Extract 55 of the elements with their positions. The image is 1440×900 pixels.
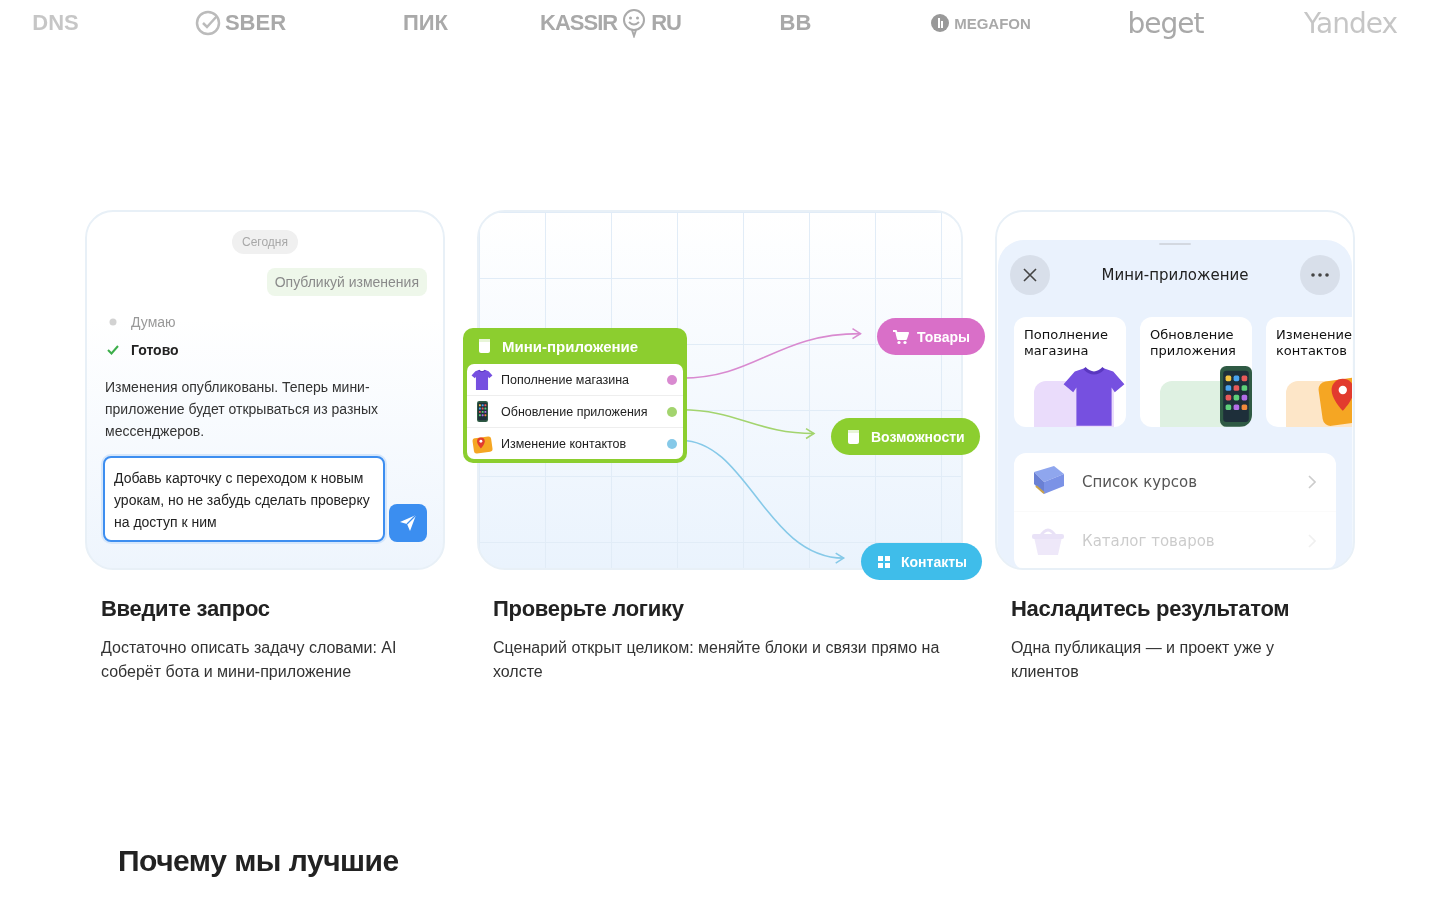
- brand-logo: ПИК: [402, 10, 449, 36]
- smartphone-icon: [1220, 366, 1252, 427]
- step-title: Проверьте логику: [493, 596, 685, 622]
- target-label: Возможности: [871, 428, 965, 445]
- step-title: Введите запрос: [101, 596, 271, 622]
- chevron-right-icon: [1308, 475, 1316, 489]
- brand-logo: beget: [1127, 6, 1204, 40]
- app-title: Мини-приложение: [1101, 266, 1249, 284]
- tile-label: Обновление приложения: [1150, 327, 1237, 359]
- menu-item[interactable]: Список курсов: [1082, 473, 1294, 491]
- brand-logo: KASSIR: [540, 10, 618, 36]
- step-title: Насладитесь результатом: [1011, 596, 1291, 622]
- more-button[interactable]: [1300, 255, 1340, 295]
- close-icon: [1022, 267, 1038, 283]
- node-item: Изменение контактов: [501, 436, 628, 451]
- bot-message: Изменения опубликованы. Теперь мини-приложение будет открываться из разных мессенджеров.: [104, 378, 380, 441]
- step-description: Достаточно описать задачу словами: AI соберёт бота и мини-приложение: [101, 638, 398, 682]
- message-input[interactable]: Добавь карточку с переходом к новым урокам, но не забудь сделать проверку на доступ к ним: [103, 456, 385, 542]
- app-tile[interactable]: Пополнение магазина: [1014, 317, 1126, 427]
- node-item: Пополнение магазина: [501, 372, 631, 387]
- step-description: Сценарий открыт целиком: меняйте блоки и связи прямо на холсте: [493, 638, 941, 682]
- tile-label: Пополнение магазина: [1024, 327, 1109, 359]
- date-chip: Сегодня: [232, 230, 298, 254]
- close-button[interactable]: [1010, 255, 1050, 295]
- node-title: Мини-приложение: [502, 337, 639, 355]
- smiley-icon: [621, 8, 648, 38]
- t-shirt-icon: [1062, 365, 1126, 427]
- smartphone-icon: [476, 401, 488, 422]
- step-description: Одна публикация — и проект уже у клиентов: [1011, 638, 1275, 682]
- target-label: Контакты: [901, 553, 967, 570]
- grid-icon: [876, 553, 893, 570]
- brand-logo: DNS: [32, 10, 79, 36]
- brand-logo: SBER: [224, 10, 287, 36]
- brand-logo: Yandex: [1303, 6, 1398, 40]
- paper-plane-icon: [398, 513, 418, 533]
- megafon-circle-icon: [930, 13, 951, 33]
- brand-logo: RU: [651, 10, 681, 36]
- app-tile[interactable]: Обновление приложения: [1140, 317, 1252, 427]
- app-tile[interactable]: Изменение контактов: [1266, 317, 1352, 427]
- status-label: Готово: [131, 342, 179, 358]
- tile-label: Изменение контактов: [1276, 327, 1352, 359]
- map-pin-icon: [471, 433, 493, 454]
- target-label: Товары: [917, 328, 970, 345]
- send-button[interactable]: [389, 504, 427, 542]
- page-icon: [477, 338, 492, 354]
- node-item: Обновление приложения: [501, 404, 649, 419]
- check-circle-icon: [194, 10, 221, 36]
- cart-icon: [892, 328, 909, 345]
- status-label: Думаю: [131, 314, 176, 330]
- brand-logo: MEGAFON: [954, 14, 1031, 32]
- t-shirt-icon: [471, 369, 493, 390]
- brand-logo: BB: [779, 10, 812, 36]
- user-message: Опубликуй изменения: [266, 268, 427, 296]
- more-icon: [1311, 273, 1329, 277]
- section-heading: Почему мы лучшие: [118, 844, 400, 878]
